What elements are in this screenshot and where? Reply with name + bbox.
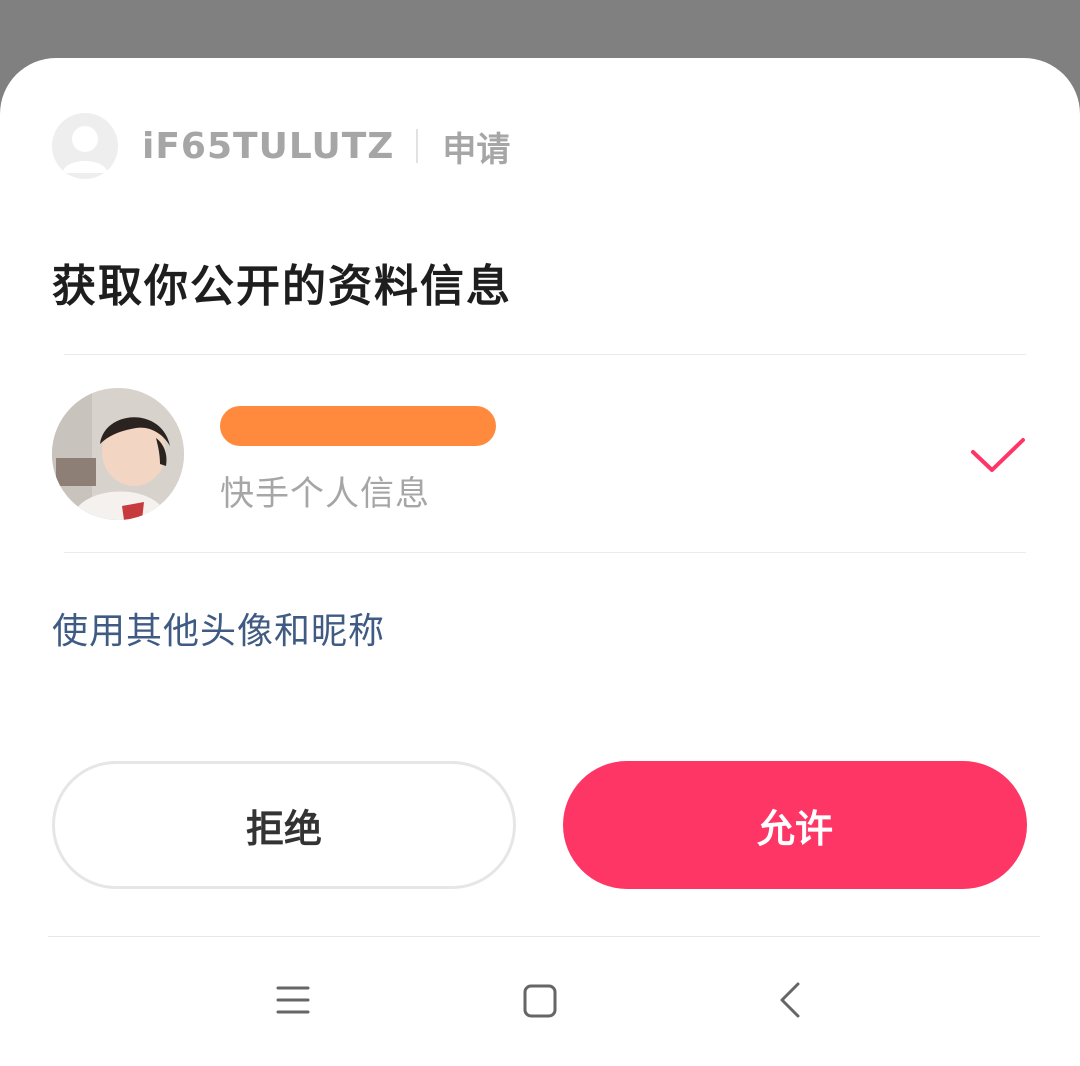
reject-button[interactable]: 拒绝 xyxy=(52,761,516,889)
profile-option[interactable]: 王 快手个人信息 xyxy=(52,388,1028,520)
request-label: 申请 xyxy=(442,129,511,170)
back-icon[interactable] xyxy=(762,976,822,1026)
use-other-avatar-link[interactable]: 使用其他头像和昵称 xyxy=(52,602,385,654)
menu-icon[interactable] xyxy=(262,976,322,1026)
user-avatar xyxy=(52,388,184,520)
allow-button[interactable]: 允许 xyxy=(563,761,1027,889)
profile-nickname-redacted: 王 xyxy=(220,406,496,446)
divider xyxy=(64,552,1026,553)
app-avatar-icon xyxy=(52,113,118,179)
permission-sheet: iF65TULUTZ 申请 获取你公开的资料信息 王 快手个人信息 使用其他头像… xyxy=(0,58,1080,1066)
divider xyxy=(64,354,1026,355)
home-icon[interactable] xyxy=(510,976,570,1026)
dialog-title: 获取你公开的资料信息 xyxy=(52,261,512,312)
app-header: iF65TULUTZ 申请 xyxy=(52,110,510,182)
nav-divider xyxy=(48,936,1040,937)
check-icon xyxy=(971,438,1025,472)
app-name: iF65TULUTZ xyxy=(142,125,395,167)
profile-source-label: 快手个人信息 xyxy=(220,474,430,514)
header-divider xyxy=(416,129,419,163)
